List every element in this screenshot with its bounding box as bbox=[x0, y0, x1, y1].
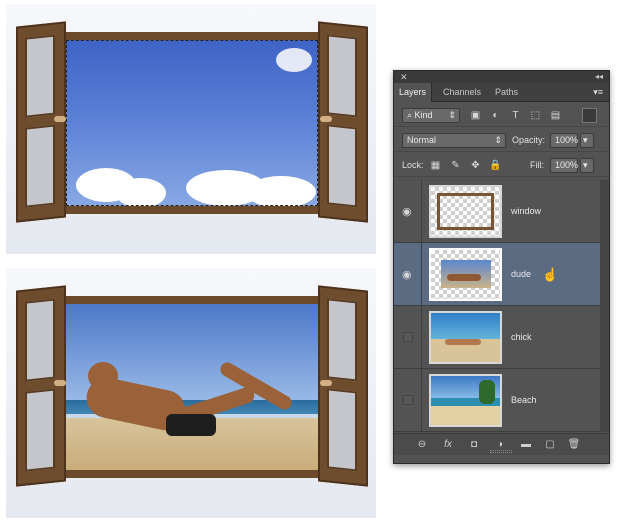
layer-name: window bbox=[511, 206, 542, 216]
filter-toggle[interactable] bbox=[582, 108, 597, 123]
layer-row-dude[interactable]: ◉ dude ☝ bbox=[394, 243, 600, 306]
smart-object-filter-icon[interactable]: ▤ bbox=[548, 108, 563, 123]
filter-kind-label: Kind bbox=[414, 110, 433, 120]
layer-row-beach[interactable]: Beach bbox=[394, 369, 600, 432]
hidden-box-icon bbox=[403, 332, 413, 342]
tab-paths[interactable]: Paths bbox=[490, 83, 523, 102]
layer-thumbnail bbox=[429, 248, 502, 301]
group-folder-icon[interactable]: ▬ bbox=[518, 437, 534, 453]
new-layer-icon[interactable]: ▢ bbox=[542, 437, 558, 453]
fill-field[interactable]: 100% bbox=[550, 158, 578, 173]
panel-menu-icon[interactable]: ▾≡ bbox=[593, 83, 603, 102]
filter-kind-select[interactable]: ⌕ Kind ⇕ bbox=[402, 108, 460, 123]
lock-label: Lock: bbox=[402, 160, 424, 170]
layer-thumbnail bbox=[429, 374, 502, 427]
right-shutter bbox=[318, 285, 368, 487]
search-icon: ⌕ bbox=[407, 110, 415, 120]
link-icon[interactable]: ⊖ bbox=[414, 437, 430, 453]
blend-mode-value: Normal bbox=[407, 135, 437, 145]
selection-marquee bbox=[66, 40, 318, 206]
blend-row: Normal ⇕ Opacity: 100% ▾ bbox=[394, 128, 609, 152]
tab-channels[interactable]: Channels bbox=[438, 83, 486, 102]
type-filter-icon[interactable]: T bbox=[508, 108, 523, 123]
window-opening-beach bbox=[66, 304, 318, 470]
layer-thumbnail bbox=[429, 311, 502, 364]
lock-transparent-icon[interactable]: ▦ bbox=[428, 158, 443, 173]
eye-icon: ◉ bbox=[402, 269, 412, 281]
mask-icon[interactable]: ◘ bbox=[466, 437, 482, 453]
lock-position-icon[interactable]: ✥ bbox=[468, 158, 483, 173]
eye-icon: ◉ bbox=[402, 206, 412, 218]
layer-thumbnail bbox=[429, 185, 502, 238]
layer-row-window[interactable]: ◉ window bbox=[394, 180, 600, 243]
blend-mode-select[interactable]: Normal ⇕ bbox=[402, 133, 506, 148]
filter-row: ⌕ Kind ⇕ ▣ ◐ T ⬚ ▤ bbox=[394, 103, 609, 127]
layers-list: ◉ window ◉ dude ☝ chick Beach bbox=[394, 180, 600, 432]
window-sky-scene bbox=[6, 4, 376, 254]
left-shutter bbox=[16, 21, 66, 223]
opacity-dropdown[interactable]: ▾ bbox=[580, 133, 594, 148]
collapse-icon[interactable]: ◂◂ bbox=[595, 71, 603, 83]
visibility-toggle[interactable]: ◉ bbox=[394, 180, 422, 243]
resize-grip[interactable] bbox=[490, 450, 512, 453]
close-icon[interactable]: ✕ bbox=[400, 71, 408, 83]
panel-footer: ⊖ fx ◘ ◑ ▬ ▢ 🗑 bbox=[394, 433, 609, 455]
shape-filter-icon[interactable]: ⬚ bbox=[528, 108, 543, 123]
layers-scrollbar[interactable] bbox=[600, 180, 609, 432]
composite-beach-scene bbox=[6, 268, 376, 518]
lock-row: Lock: ▦ ✎ ✥ 🔒 Fill: 100% ▾ bbox=[394, 153, 609, 177]
window-opening-sky bbox=[66, 40, 318, 206]
right-shutter bbox=[318, 21, 368, 223]
visibility-toggle[interactable]: ◉ bbox=[394, 243, 422, 306]
lock-all-icon[interactable]: 🔒 bbox=[488, 158, 503, 173]
visibility-toggle[interactable] bbox=[394, 369, 422, 432]
tab-layers[interactable]: Layers bbox=[394, 83, 433, 102]
pixel-filter-icon[interactable]: ▣ bbox=[468, 108, 483, 123]
layer-name: Beach bbox=[511, 395, 537, 405]
hand-cursor-icon: ☝ bbox=[542, 267, 559, 282]
panel-tabs: Layers Channels Paths ▾≡ bbox=[394, 83, 609, 102]
layers-panel: ✕ ◂◂ Layers Channels Paths ▾≡ ⌕ Kind ⇕ ▣… bbox=[393, 70, 610, 464]
lock-pixels-brush-icon[interactable]: ✎ bbox=[448, 158, 463, 173]
adjustment-filter-icon[interactable]: ◐ bbox=[488, 108, 503, 123]
visibility-toggle[interactable] bbox=[394, 306, 422, 369]
layer-name: dude bbox=[511, 269, 532, 279]
fill-dropdown[interactable]: ▾ bbox=[580, 158, 594, 173]
trash-icon[interactable]: 🗑 bbox=[566, 437, 582, 453]
opacity-label: Opacity: bbox=[512, 135, 546, 145]
layer-row-chick[interactable]: chick bbox=[394, 306, 600, 369]
left-shutter bbox=[16, 285, 66, 487]
hidden-box-icon bbox=[403, 395, 413, 405]
panel-titlebar: ✕ ◂◂ bbox=[394, 71, 609, 83]
layer-name: chick bbox=[511, 332, 532, 342]
chevron-updown-icon: ⇕ bbox=[448, 110, 456, 120]
opacity-field[interactable]: 100% bbox=[550, 133, 578, 148]
fx-icon[interactable]: fx bbox=[440, 437, 456, 453]
fill-label: Fill: bbox=[530, 160, 544, 170]
chevron-updown-icon: ⇕ bbox=[494, 135, 502, 145]
